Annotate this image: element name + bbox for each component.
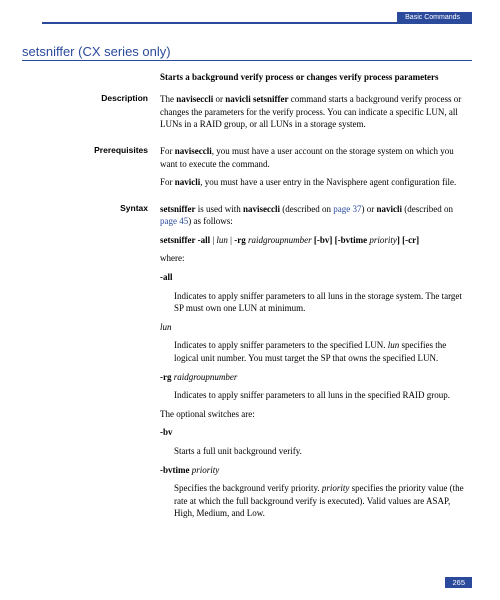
page45-link[interactable]: page 45	[160, 216, 188, 226]
title-row: setsniffer (CX series only)	[22, 44, 472, 61]
description-content: The naviseccli or navicli setsniffer com…	[160, 93, 472, 137]
prerequisites-content: For naviseccli, you must have a user acc…	[160, 145, 472, 195]
syntax-intro: setsniffer is used with naviseccli (desc…	[160, 203, 472, 228]
syntax-section: Syntax setsniffer is used with naviseccl…	[42, 203, 472, 526]
syntax-content: setsniffer is used with naviseccli (desc…	[160, 203, 472, 526]
opt-bv-hdr: -bv	[160, 426, 472, 439]
opt-lun-hdr: lun	[160, 321, 472, 334]
opt-bvtime-hdr: -bvtime priority	[160, 464, 472, 477]
page-number: 265	[445, 577, 472, 588]
prerequisites-label: Prerequisites	[42, 145, 160, 195]
header-section-tag: Basic Commands	[397, 12, 472, 23]
prerequisites-section: Prerequisites For naviseccli, you must h…	[42, 145, 472, 195]
optional-label: The optional switches are:	[160, 408, 472, 421]
opt-all-hdr: -all	[160, 271, 472, 284]
prereq-p2: For navicli, you must have a user entry …	[160, 176, 472, 189]
opt-lun-txt: Indicates to apply sniffer parameters to…	[174, 339, 472, 364]
opt-rg-hdr: -rg raidgroupnumber	[160, 371, 472, 384]
opt-rg-txt: Indicates to apply sniffer parameters to…	[174, 389, 472, 402]
description-p1: The naviseccli or navicli setsniffer com…	[160, 93, 472, 131]
opt-bvtime-txt: Specifies the background verify priority…	[174, 482, 472, 520]
syntax-usage: setsniffer -all | lun | -rg raidgroupnum…	[160, 234, 472, 247]
description-section: Description The naviseccli or navicli se…	[42, 93, 472, 137]
opt-bv-txt: Starts a full unit background verify.	[174, 445, 472, 458]
subtitle: Starts a background verify process or ch…	[160, 71, 472, 83]
page-title: setsniffer (CX series only)	[22, 44, 171, 59]
syntax-label: Syntax	[42, 203, 160, 526]
description-label: Description	[42, 93, 160, 137]
syntax-where: where:	[160, 252, 472, 265]
opt-all-txt: Indicates to apply sniffer parameters to…	[174, 290, 472, 315]
page37-link[interactable]: page 37	[333, 204, 361, 214]
prereq-p1: For naviseccli, you must have a user acc…	[160, 145, 472, 170]
